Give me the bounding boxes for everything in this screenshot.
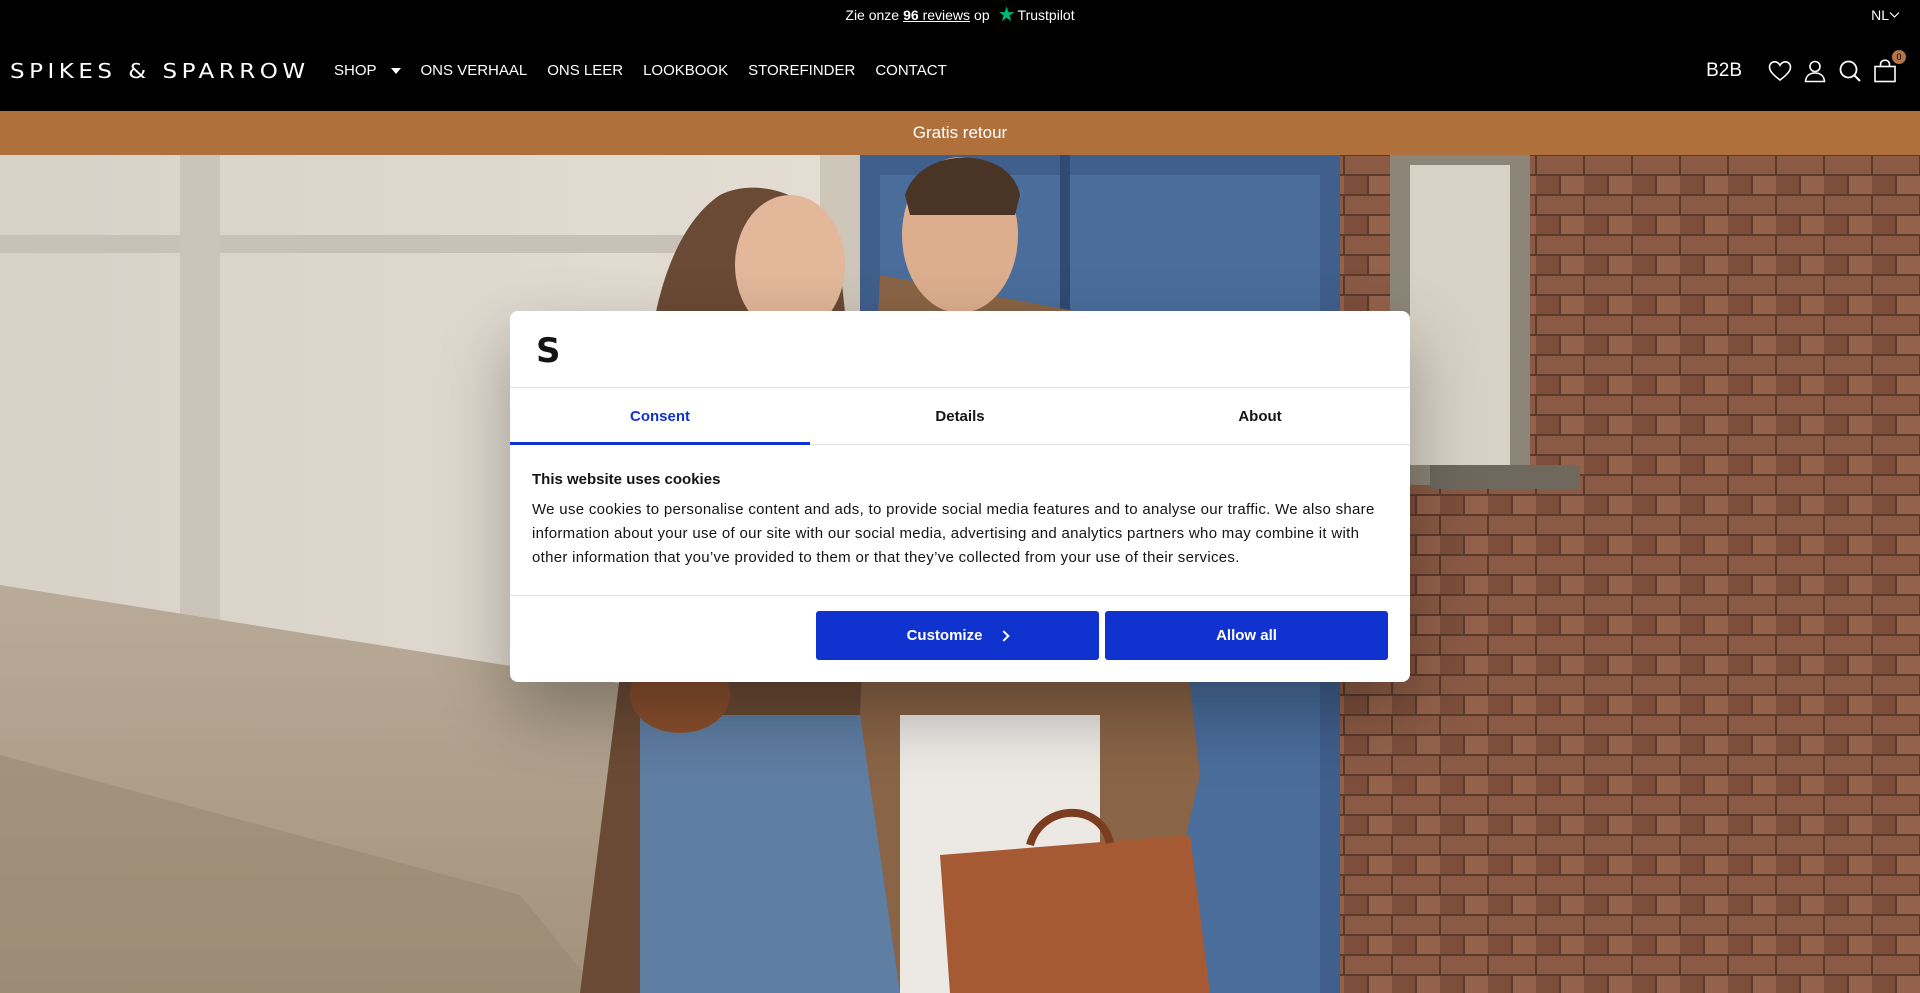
reviews-count: 96 <box>903 7 919 23</box>
cart-count-badge: 0 <box>1892 49 1906 64</box>
nav-item-contact[interactable]: CONTACT <box>875 62 946 79</box>
search-icon[interactable] <box>1837 58 1863 84</box>
nav-item-lookbook[interactable]: LOOKBOOK <box>643 62 728 79</box>
chevron-down-icon <box>1889 12 1900 18</box>
account-user-icon[interactable] <box>1802 58 1828 84</box>
caret-down-icon <box>390 67 401 74</box>
chevron-right-icon <box>998 629 1011 642</box>
nav-item-ons-leer[interactable]: ONS LEER <box>547 62 623 79</box>
dialog-tabs: Consent Details About <box>510 387 1410 445</box>
reviews-text-before: Zie onze <box>845 7 900 23</box>
header-actions: B2B 0 <box>1706 30 1906 111</box>
allow-all-button[interactable]: Allow all <box>1105 611 1388 660</box>
nav-item-shop[interactable]: SHOP <box>334 62 401 79</box>
language-selector[interactable]: NL <box>1871 0 1900 30</box>
dialog-description: We use cookies to personalise content an… <box>532 501 1375 566</box>
customize-button[interactable]: Customize <box>816 611 1099 660</box>
promo-bar: Gratis retour <box>0 111 1920 155</box>
customize-label: Customize <box>906 627 983 644</box>
site-header: SPIKES & SPARROW SHOP ONS VERHAAL ONS LE… <box>0 30 1920 111</box>
reviews-link[interactable]: 96 reviews <box>903 7 970 23</box>
dialog-footer: Customize Allow all <box>510 595 1410 682</box>
language-label: NL <box>1871 7 1889 23</box>
cart-bag-icon[interactable]: 0 <box>1872 49 1906 84</box>
trustpilot-reviews[interactable]: Zie onze 96 reviews op ★ Trustpilot <box>0 0 1920 30</box>
tab-consent[interactable]: Consent <box>510 388 810 445</box>
reviews-word: reviews <box>922 7 971 23</box>
dialog-title: This website uses cookies <box>532 471 721 488</box>
nav-item-ons-verhaal[interactable]: ONS VERHAAL <box>421 62 528 79</box>
tab-details[interactable]: Details <box>810 388 1110 444</box>
reviews-text-after: op <box>974 7 990 23</box>
trustpilot-star-icon: ★ <box>997 4 1016 26</box>
cookie-consent-dialog: S Consent Details About This website use… <box>510 311 1410 682</box>
brand-logo[interactable]: SPIKES & SPARROW <box>10 60 310 83</box>
nav-item-storefinder[interactable]: STOREFINDER <box>748 62 855 79</box>
nav-item-label: SHOP <box>334 62 377 79</box>
announcement-bar: Zie onze 96 reviews op ★ Trustpilot NL <box>0 0 1920 30</box>
main-nav: SHOP ONS VERHAAL ONS LEER LOOKBOOK STORE… <box>334 30 967 111</box>
wishlist-heart-icon[interactable] <box>1767 58 1793 84</box>
dialog-body: This website uses cookies We use cookies… <box>532 471 1392 570</box>
promo-text: Gratis retour <box>912 123 1008 142</box>
tab-about[interactable]: About <box>1110 388 1410 444</box>
b2b-link[interactable]: B2B <box>1706 60 1742 82</box>
trustpilot-name: Trustpilot <box>1017 7 1075 23</box>
dialog-brand-logo: S <box>536 331 561 371</box>
